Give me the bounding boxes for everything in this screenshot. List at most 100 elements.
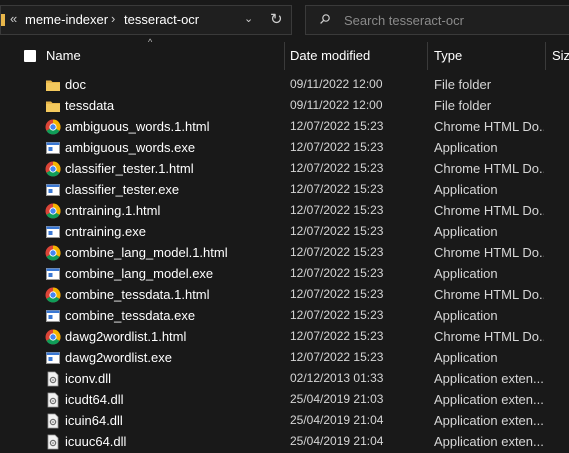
file-type: Application [434,350,498,365]
search-box[interactable] [305,5,569,35]
chrome-icon [45,119,61,135]
file-name[interactable]: combine_lang_model.1.html [65,245,280,260]
file-type: Application exten... [434,434,544,449]
folder-icon [1,14,5,26]
file-name[interactable]: ambiguous_words.1.html [65,119,280,134]
chevron-down-icon[interactable]: ⌄ [244,12,253,25]
file-type: Application [434,266,498,281]
file-row[interactable]: dawg2wordlist.1.html 12/07/2022 15:23 Chro… [0,326,569,347]
file-row[interactable]: combine_tessdata.1.html 12/07/2022 15:23 C… [0,284,569,305]
file-row[interactable]: icudt64.dll 25/04/2019 21:03 Application e… [0,389,569,410]
file-date-modified: 12/07/2022 15:23 [290,119,384,133]
file-row[interactable]: combine_tessdata.exe 12/07/2022 15:23 Appl… [0,305,569,326]
file-name[interactable]: combine_tessdata.1.html [65,287,280,302]
application-icon [45,308,61,324]
file-date-modified: 09/11/2022 12:00 [290,77,383,91]
chevron-right-icon[interactable]: › [111,11,115,26]
file-type: Application [434,182,498,197]
file-name[interactable]: classifier_tester.1.html [65,161,280,176]
file-row[interactable]: dawg2wordlist.exe 12/07/2022 15:23 Applica… [0,347,569,368]
column-type[interactable]: Type [434,40,542,72]
address-bar[interactable]: « meme-indexer › tesseract-ocr ⌄ ↻ [0,5,292,35]
file-date-modified: 02/12/2013 01:33 [290,371,384,385]
file-type: Chrome HTML Do... [434,329,544,344]
file-row[interactable]: classifier_tester.1.html 12/07/2022 15:23… [0,158,569,179]
refresh-icon[interactable]: ↻ [270,10,283,28]
file-date-modified: 12/07/2022 15:23 [290,308,384,322]
file-date-modified: 12/07/2022 15:23 [290,224,384,238]
file-type: Application exten... [434,371,544,386]
file-type: Application exten... [434,392,544,407]
application-icon [45,224,61,240]
file-date-modified: 12/07/2022 15:23 [290,203,384,217]
dll-icon [45,392,61,408]
file-type: Application [434,308,498,323]
file-name[interactable]: icudt64.dll [65,392,280,407]
overflow-chevron-icon[interactable]: « [10,11,17,26]
file-type: Application [434,224,498,239]
file-name[interactable]: iconv.dll [65,371,280,386]
file-date-modified: 12/07/2022 15:23 [290,350,384,364]
file-name[interactable]: cntraining.exe [65,224,280,239]
file-type: Chrome HTML Do... [434,245,544,260]
file-type: Application exten... [434,413,544,428]
file-date-modified: 25/04/2019 21:04 [290,434,384,448]
application-icon [45,182,61,198]
file-date-modified: 12/07/2022 15:23 [290,182,384,196]
file-name[interactable]: dawg2wordlist.exe [65,350,280,365]
file-date-modified: 12/07/2022 15:23 [290,329,384,343]
file-name[interactable]: combine_tessdata.exe [65,308,280,323]
column-divider[interactable] [284,42,285,70]
column-divider[interactable] [427,42,428,70]
column-header: ^ Name Date modified Type Siz [0,37,569,72]
file-row[interactable]: ambiguous_words.exe 12/07/2022 15:23 Appli… [0,137,569,158]
file-date-modified: 12/07/2022 15:23 [290,266,384,280]
column-size[interactable]: Siz [552,40,569,72]
select-all-checkbox[interactable] [24,50,36,62]
file-row[interactable]: ambiguous_words.1.html 12/07/2022 15:23 Ch… [0,116,569,137]
file-date-modified: 12/07/2022 15:23 [290,245,384,259]
file-row[interactable]: classifier_tester.exe 12/07/2022 15:23 App… [0,179,569,200]
search-input[interactable] [344,13,564,28]
file-name[interactable]: dawg2wordlist.1.html [65,329,280,344]
file-name[interactable]: cntraining.1.html [65,203,280,218]
file-name[interactable]: classifier_tester.exe [65,182,280,197]
file-name[interactable]: doc [65,77,280,92]
chrome-icon [45,329,61,345]
file-list: doc 09/11/2022 12:00 File folder tessdata 09… [0,74,569,452]
dll-icon [45,413,61,429]
file-name[interactable]: icuuc64.dll [65,434,280,449]
file-row[interactable]: iconv.dll 02/12/2013 01:33 Application ext… [0,368,569,389]
file-row[interactable]: combine_lang_model.exe 12/07/2022 15:23 Ap… [0,263,569,284]
file-type: Chrome HTML Do... [434,203,544,218]
file-row[interactable]: icuin64.dll 25/04/2019 21:04 Application e… [0,410,569,431]
file-name[interactable]: ambiguous_words.exe [65,140,280,155]
breadcrumb-meme-indexer[interactable]: meme-indexer [25,12,108,27]
file-name[interactable]: icuin64.dll [65,413,280,428]
file-row[interactable]: doc 09/11/2022 12:00 File folder [0,74,569,95]
application-icon [45,140,61,156]
column-date-modified[interactable]: Date modified [290,40,424,72]
file-type: Chrome HTML Do... [434,161,544,176]
chrome-icon [45,245,61,261]
file-type: File folder [434,98,492,113]
file-row[interactable]: icuuc64.dll 25/04/2019 21:04 Application e… [0,431,569,452]
file-row[interactable]: combine_lang_model.1.html 12/07/2022 15:2… [0,242,569,263]
file-type: File folder [434,77,492,92]
file-row[interactable]: tessdata 09/11/2022 12:00 File folder [0,95,569,116]
search-icon [320,14,330,24]
file-row[interactable]: cntraining.exe 12/07/2022 15:23 Applicatio… [0,221,569,242]
file-name[interactable]: tessdata [65,98,280,113]
breadcrumb-tesseract-ocr[interactable]: tesseract-ocr [124,12,199,27]
file-row[interactable]: cntraining.1.html 12/07/2022 15:23 Chrome … [0,200,569,221]
chrome-icon [45,287,61,303]
file-name[interactable]: combine_lang_model.exe [65,266,280,281]
column-name[interactable]: Name [46,40,282,72]
file-type: Application [434,140,498,155]
column-divider[interactable] [545,42,546,70]
file-type: Chrome HTML Do... [434,119,544,134]
application-icon [45,350,61,366]
file-date-modified: 12/07/2022 15:23 [290,140,384,154]
dll-icon [45,434,61,450]
file-date-modified: 09/11/2022 12:00 [290,98,383,112]
